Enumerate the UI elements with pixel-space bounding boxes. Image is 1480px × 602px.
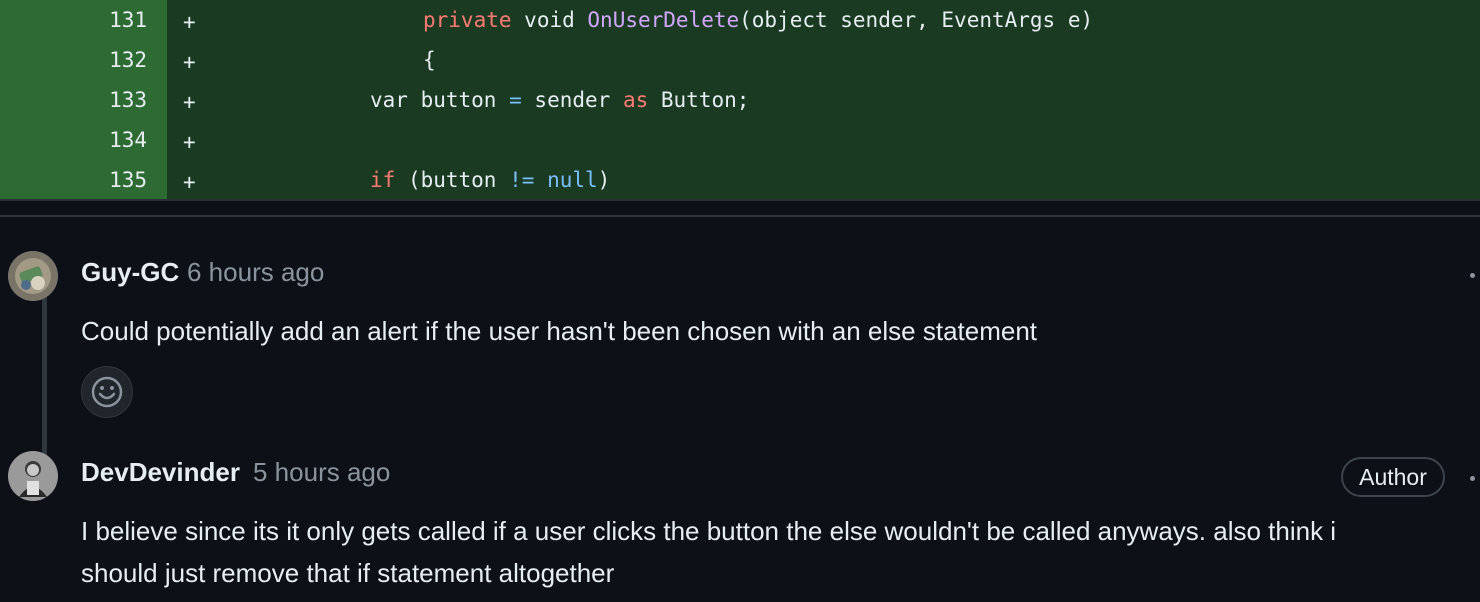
code-line: + if (button != null) [167,160,1480,200]
code-keyword: var [370,88,408,112]
added-marker: + [183,10,196,34]
added-marker: + [183,130,196,154]
code-line: + [167,120,1480,160]
diff-line-133: 133 + var button = sender as Button; [0,80,1480,120]
code-keyword: if [370,168,396,192]
comment-body-line: should just remove that if statement alt… [81,558,615,588]
comment-timestamp[interactable]: 5 hours ago [253,457,390,488]
code-keyword: private [423,8,512,32]
code-text: { [423,48,436,72]
comment-body-line: I believe since its it only gets called … [81,516,1337,546]
avatar[interactable] [8,251,58,301]
comment-timestamp[interactable]: 6 hours ago [187,257,324,288]
line-number[interactable]: 135 [0,160,167,200]
added-marker: + [183,50,196,74]
code-operator: = [509,88,522,112]
comment-author[interactable]: Guy-GC [81,257,179,288]
code-function: OnUserDelete [587,8,740,32]
smiley-icon [91,376,123,408]
divider [0,215,1480,217]
code-text: var button = sender as Button; [370,80,749,120]
add-reaction-button[interactable] [81,366,133,418]
code-identifier: button [420,88,497,112]
avatar-image [8,251,58,301]
code-operator: != [509,168,535,192]
more-options-icon[interactable] [1470,273,1475,278]
code-paren: ) [597,168,611,192]
code-line: + private void OnUserDelete(object sende… [167,0,1480,40]
diff-view: 131 + private void OnUserDelete(object s… [0,0,1480,200]
line-number[interactable]: 131 [0,0,167,40]
code-text: if (button != null) [370,160,610,200]
avatar-image [8,451,58,501]
code-keyword: void [524,8,575,32]
code-paren: (button [407,168,497,192]
line-number[interactable]: 132 [0,40,167,80]
code-identifier: sender [534,88,611,112]
comment-author[interactable]: DevDevinder [81,457,240,488]
line-number[interactable]: 133 [0,80,167,120]
thread-connector [42,296,47,456]
code-line: + var button = sender as Button; [167,80,1480,120]
code-literal: null [547,168,598,192]
avatar[interactable] [8,451,58,501]
code-line: + { [167,40,1480,80]
diff-line-134: 134 + [0,120,1480,160]
code-rest: (object sender, EventArgs e) [739,8,1094,32]
diff-line-135: 135 + if (button != null) [0,160,1480,200]
author-badge: Author [1341,457,1445,497]
code-text: private void OnUserDelete(object sender,… [423,0,1093,40]
divider [0,199,1480,201]
code-keyword: as [622,88,649,112]
added-marker: + [183,90,196,114]
comment-body: Could potentially add an alert if the us… [81,316,1038,346]
more-options-icon[interactable] [1470,476,1475,481]
code-rest: Button; [660,88,750,112]
diff-line-132: 132 + { [0,40,1480,80]
diff-line-131: 131 + private void OnUserDelete(object s… [0,0,1480,40]
line-number[interactable]: 134 [0,120,167,160]
added-marker: + [183,170,196,194]
